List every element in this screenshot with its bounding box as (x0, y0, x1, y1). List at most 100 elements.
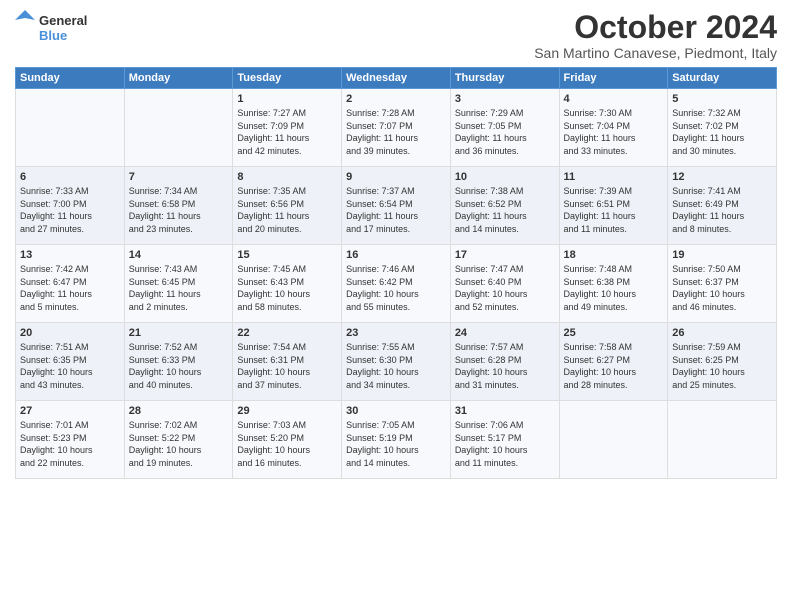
calendar-cell: 19 Sunrise: 7:50 AM Sunset: 6:37 PM Dayli… (668, 245, 777, 323)
cell-content: Sunrise: 7:27 AM Sunset: 7:09 PM Dayligh… (237, 107, 337, 157)
day-number: 16 (346, 249, 446, 261)
calendar-cell: 9Sunrise: 7:37 AM Sunset: 6:54 PM Daylig… (342, 167, 451, 245)
cell-content: Sunrise: 7:30 AM Sunset: 7:04 PM Dayligh… (564, 107, 664, 157)
calendar-cell: 29Sunrise: 7:03 AM Sunset: 5:20 PM Dayli… (233, 401, 342, 479)
day-number: 20 (20, 327, 120, 339)
calendar-cell: 20 Sunrise: 7:51 AM Sunset: 6:35 PM Dayli… (16, 323, 125, 401)
logo-bird-icon (15, 10, 35, 46)
day-number: 21 (129, 327, 229, 339)
cell-content: Sunrise: 7:29 AM Sunset: 7:05 PM Dayligh… (455, 107, 555, 157)
cell-content: Sunrise: 7:32 AM Sunset: 7:02 PM Dayligh… (672, 107, 772, 157)
day-number: 5 (672, 93, 772, 105)
calendar-cell: 5 Sunrise: 7:32 AM Sunset: 7:02 PM Daylig… (668, 89, 777, 167)
calendar-cell: 10 Sunrise: 7:38 AM Sunset: 6:52 PM Dayli… (450, 167, 559, 245)
cell-content: Sunrise: 7:06 AM Sunset: 5:17 PM Dayligh… (455, 419, 555, 469)
day-number: 8 (237, 171, 337, 183)
day-number: 9 (346, 171, 446, 183)
day-number: 31 (455, 405, 555, 417)
logo-text: General Blue (39, 13, 87, 43)
calendar-cell: 23 Sunrise: 7:55 AM Sunset: 6:30 PM Dayli… (342, 323, 451, 401)
cell-content: Sunrise: 7:02 AM Sunset: 5:22 PM Dayligh… (129, 419, 229, 469)
day-number: 14 (129, 249, 229, 261)
calendar-cell: 4 Sunrise: 7:30 AM Sunset: 7:04 PM Daylig… (559, 89, 668, 167)
week-row-4: 20 Sunrise: 7:51 AM Sunset: 6:35 PM Dayli… (16, 323, 777, 401)
calendar-cell: 11 Sunrise: 7:39 AM Sunset: 6:51 PM Dayli… (559, 167, 668, 245)
logo-blue: Blue (39, 28, 87, 43)
calendar-cell: 18 Sunrise: 7:48 AM Sunset: 6:38 PM Dayli… (559, 245, 668, 323)
cell-content: Sunrise: 7:35 AM Sunset: 6:56 PM Dayligh… (237, 185, 337, 235)
header-cell-thursday: Thursday (450, 68, 559, 89)
calendar-cell: 24 Sunrise: 7:57 AM Sunset: 6:28 PM Dayli… (450, 323, 559, 401)
day-number: 3 (455, 93, 555, 105)
cell-content: Sunrise: 7:01 AM Sunset: 5:23 PM Dayligh… (20, 419, 120, 469)
cell-content: Sunrise: 7:45 AM Sunset: 6:43 PM Dayligh… (237, 263, 337, 313)
cell-content: Sunrise: 7:48 AM Sunset: 6:38 PM Dayligh… (564, 263, 664, 313)
day-number: 17 (455, 249, 555, 261)
day-number: 1 (237, 93, 337, 105)
header: General Blue October 2024 San Martino Ca… (15, 10, 777, 61)
calendar-cell: 16 Sunrise: 7:46 AM Sunset: 6:42 PM Dayli… (342, 245, 451, 323)
cell-content: Sunrise: 7:57 AM Sunset: 6:28 PM Dayligh… (455, 341, 555, 391)
day-number: 23 (346, 327, 446, 339)
cell-content: Sunrise: 7:42 AM Sunset: 6:47 PM Dayligh… (20, 263, 120, 313)
header-cell-friday: Friday (559, 68, 668, 89)
calendar-cell: 28 Sunrise: 7:02 AM Sunset: 5:22 PM Dayli… (124, 401, 233, 479)
header-row: SundayMondayTuesdayWednesdayThursdayFrid… (16, 68, 777, 89)
day-number: 18 (564, 249, 664, 261)
calendar-cell: 1 Sunrise: 7:27 AM Sunset: 7:09 PM Daylig… (233, 89, 342, 167)
week-row-1: 1 Sunrise: 7:27 AM Sunset: 7:09 PM Daylig… (16, 89, 777, 167)
day-number: 22 (237, 327, 337, 339)
day-number: 11 (564, 171, 664, 183)
cell-content: Sunrise: 7:41 AM Sunset: 6:49 PM Dayligh… (672, 185, 772, 235)
day-number: 10 (455, 171, 555, 183)
logo-general: General (39, 13, 87, 28)
calendar-cell (559, 401, 668, 479)
day-number: 28 (129, 405, 229, 417)
cell-content: Sunrise: 7:39 AM Sunset: 6:51 PM Dayligh… (564, 185, 664, 235)
logo-container: General Blue (15, 10, 87, 46)
day-number: 24 (455, 327, 555, 339)
month-title: October 2024 (534, 10, 777, 45)
header-cell-saturday: Saturday (668, 68, 777, 89)
cell-content: Sunrise: 7:58 AM Sunset: 6:27 PM Dayligh… (564, 341, 664, 391)
calendar-cell: 2 Sunrise: 7:28 AM Sunset: 7:07 PM Daylig… (342, 89, 451, 167)
calendar-page: General Blue October 2024 San Martino Ca… (0, 0, 792, 612)
day-number: 6 (20, 171, 120, 183)
calendar-table: SundayMondayTuesdayWednesdayThursdayFrid… (15, 67, 777, 479)
calendar-cell (124, 89, 233, 167)
week-row-2: 6 Sunrise: 7:33 AM Sunset: 7:00 PM Daylig… (16, 167, 777, 245)
header-cell-sunday: Sunday (16, 68, 125, 89)
cell-content: Sunrise: 7:46 AM Sunset: 6:42 PM Dayligh… (346, 263, 446, 313)
cell-content: Sunrise: 7:50 AM Sunset: 6:37 PM Dayligh… (672, 263, 772, 313)
calendar-cell: 14Sunrise: 7:43 AM Sunset: 6:45 PM Dayli… (124, 245, 233, 323)
header-cell-monday: Monday (124, 68, 233, 89)
title-block: October 2024 San Martino Canavese, Piedm… (534, 10, 777, 61)
day-number: 4 (564, 93, 664, 105)
cell-content: Sunrise: 7:38 AM Sunset: 6:52 PM Dayligh… (455, 185, 555, 235)
calendar-cell: 15Sunrise: 7:45 AM Sunset: 6:43 PM Dayli… (233, 245, 342, 323)
calendar-cell (668, 401, 777, 479)
cell-content: Sunrise: 7:54 AM Sunset: 6:31 PM Dayligh… (237, 341, 337, 391)
calendar-cell: 25Sunrise: 7:58 AM Sunset: 6:27 PM Dayli… (559, 323, 668, 401)
header-cell-tuesday: Tuesday (233, 68, 342, 89)
week-row-5: 27Sunrise: 7:01 AM Sunset: 5:23 PM Dayli… (16, 401, 777, 479)
day-number: 13 (20, 249, 120, 261)
cell-content: Sunrise: 7:52 AM Sunset: 6:33 PM Dayligh… (129, 341, 229, 391)
cell-content: Sunrise: 7:51 AM Sunset: 6:35 PM Dayligh… (20, 341, 120, 391)
cell-content: Sunrise: 7:55 AM Sunset: 6:30 PM Dayligh… (346, 341, 446, 391)
day-number: 19 (672, 249, 772, 261)
calendar-cell: 12Sunrise: 7:41 AM Sunset: 6:49 PM Dayli… (668, 167, 777, 245)
week-row-3: 13 Sunrise: 7:42 AM Sunset: 6:47 PM Dayli… (16, 245, 777, 323)
day-number: 2 (346, 93, 446, 105)
calendar-cell: 31 Sunrise: 7:06 AM Sunset: 5:17 PM Dayli… (450, 401, 559, 479)
day-number: 30 (346, 405, 446, 417)
cell-content: Sunrise: 7:33 AM Sunset: 7:00 PM Dayligh… (20, 185, 120, 235)
cell-content: Sunrise: 7:34 AM Sunset: 6:58 PM Dayligh… (129, 185, 229, 235)
calendar-cell: 27Sunrise: 7:01 AM Sunset: 5:23 PM Dayli… (16, 401, 125, 479)
calendar-cell (16, 89, 125, 167)
location-title: San Martino Canavese, Piedmont, Italy (534, 45, 777, 61)
cell-content: Sunrise: 7:28 AM Sunset: 7:07 PM Dayligh… (346, 107, 446, 157)
header-cell-wednesday: Wednesday (342, 68, 451, 89)
day-number: 7 (129, 171, 229, 183)
calendar-cell: 26Sunrise: 7:59 AM Sunset: 6:25 PM Dayli… (668, 323, 777, 401)
